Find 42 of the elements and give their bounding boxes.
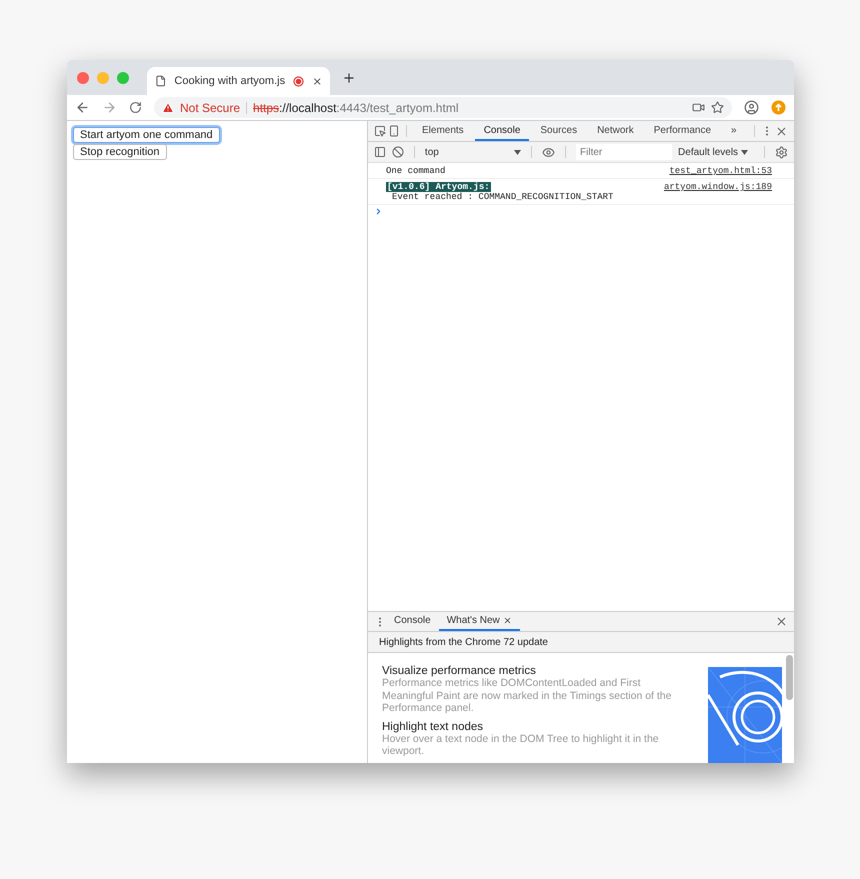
caret-icon: [741, 150, 748, 154]
clear-icon[interactable]: [392, 146, 404, 158]
log-message: Event reached : COMMAND_RECOGNITION_START: [391, 192, 614, 202]
feature-title: Visualize performance metrics: [382, 665, 537, 677]
security-label[interactable]: Not Secure: [180, 100, 240, 114]
devtools-tab[interactable]: Network: [588, 121, 643, 141]
browser-tab[interactable]: Cooking with artyom.js: [147, 67, 330, 95]
url-text[interactable]: https://localhost:4443/test_artyom.html: [253, 100, 686, 114]
new-tab-icon[interactable]: [342, 70, 356, 84]
close-icon[interactable]: [312, 76, 322, 86]
warning-icon: [162, 102, 174, 114]
source-link[interactable]: artyom.window.js:189: [664, 182, 772, 202]
settings-icon[interactable]: [774, 146, 788, 158]
log-prefix: [v1.0.6] Artyom.js:: [386, 182, 491, 192]
page-button[interactable]: Start artyom one command: [73, 127, 220, 143]
feature-description: Hover over a text node in the DOM Tree to highlight it in the viewport.: [382, 732, 660, 758]
page-button[interactable]: Stop recognition: [73, 144, 166, 160]
close-icon[interactable]: [502, 616, 512, 625]
star-icon[interactable]: [711, 101, 724, 114]
feature-description: Performance metrics like DOMContentLoaded and First Meaningful Paint are now marked in the Timings section of the Performance panel.: [382, 677, 672, 715]
eye-icon[interactable]: [542, 146, 556, 158]
filter-field[interactable]: Filter: [576, 144, 672, 160]
source-link[interactable]: test_artyom.html:53: [669, 166, 772, 176]
tab-title: Cooking with artyom.js: [174, 75, 286, 87]
drawer-header: Highlights from the Chrome 72 update: [368, 632, 794, 653]
more-tabs[interactable]: »: [722, 121, 746, 141]
devtools-tab[interactable]: Sources: [531, 121, 586, 141]
drawer-tab[interactable]: Console: [386, 612, 439, 631]
levels-dropdown[interactable]: Default levels: [678, 146, 748, 158]
feature-title: Highlight text nodes: [382, 720, 484, 733]
profile-icon[interactable]: [744, 100, 759, 115]
sidebar-icon[interactable]: [374, 146, 386, 158]
page-icon: [155, 75, 166, 87]
prompt-icon[interactable]: [374, 207, 383, 216]
devtools-tab[interactable]: Elements: [413, 121, 473, 141]
reload-icon[interactable]: [129, 101, 142, 114]
caret-icon: [514, 150, 522, 154]
camera-icon[interactable]: [692, 101, 705, 114]
back-icon[interactable]: [75, 100, 90, 115]
context-select[interactable]: top: [424, 146, 522, 158]
log-message: One command: [386, 166, 446, 176]
devtools-tab[interactable]: Performance: [644, 121, 720, 141]
